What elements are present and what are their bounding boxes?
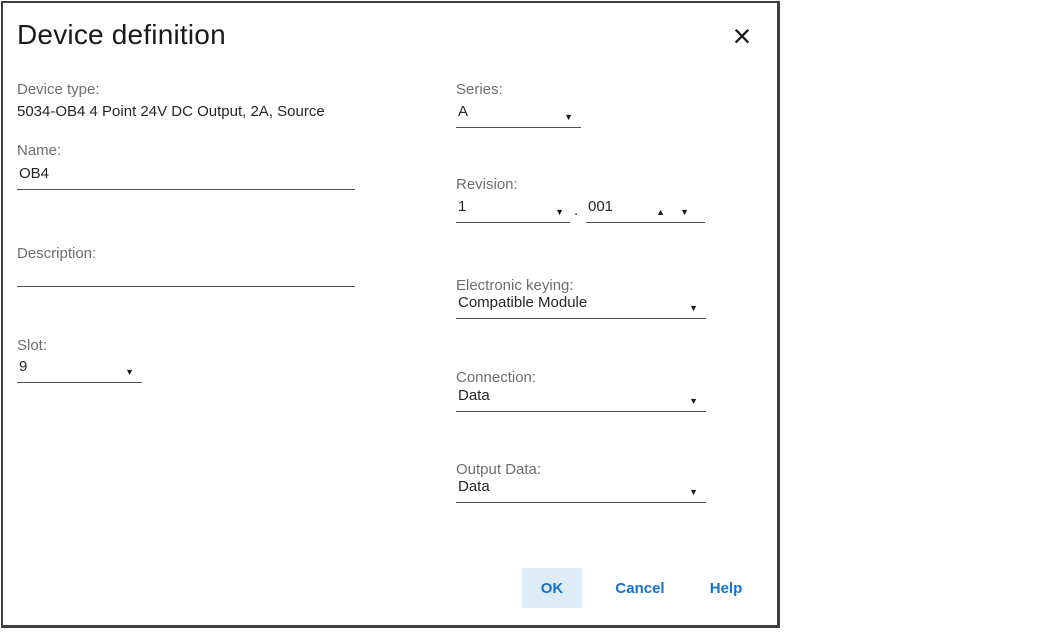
series-label: Series:: [456, 81, 503, 98]
output-data-dropdown[interactable]: Data ▼: [456, 477, 706, 503]
revision-separator: .: [574, 202, 578, 219]
connection-dropdown[interactable]: Data ▼: [456, 386, 706, 412]
caret-down-icon: ▼: [680, 207, 689, 217]
name-input[interactable]: [17, 161, 355, 190]
spin-down-button[interactable]: ▼: [680, 208, 689, 217]
electronic-keying-value: Compatible Module: [458, 294, 587, 311]
chevron-down-icon: ▼: [689, 397, 698, 406]
revision-major-dropdown[interactable]: 1 ▼: [456, 197, 570, 223]
chevron-down-icon: ▼: [555, 208, 564, 217]
chevron-down-icon: ▼: [689, 304, 698, 313]
ok-button[interactable]: OK: [522, 568, 582, 608]
revision-minor-value: 001: [588, 198, 613, 215]
chevron-down-icon: ▼: [689, 488, 698, 497]
chevron-down-icon: ▼: [564, 113, 573, 122]
device-type-value: 5034-OB4 4 Point 24V DC Output, 2A, Sour…: [17, 103, 325, 120]
device-type-label: Device type:: [17, 81, 100, 98]
help-button[interactable]: Help: [698, 568, 754, 608]
output-data-label: Output Data:: [456, 461, 541, 478]
cancel-button[interactable]: Cancel: [602, 568, 678, 608]
caret-up-icon: ▲: [656, 207, 665, 217]
close-icon: ×: [733, 20, 752, 52]
dialog-title: Device definition: [17, 19, 226, 51]
revision-major-value: 1: [458, 198, 466, 215]
slot-value: 9: [19, 358, 27, 375]
output-data-value: Data: [458, 478, 490, 495]
close-button[interactable]: ×: [721, 15, 763, 57]
series-dropdown[interactable]: A ▼: [456, 102, 581, 128]
dialog-button-row: OK Cancel Help: [522, 568, 754, 608]
connection-value: Data: [458, 387, 490, 404]
slot-label: Slot:: [17, 337, 47, 354]
slot-dropdown[interactable]: 9 ▼: [17, 357, 142, 383]
electronic-keying-dropdown[interactable]: Compatible Module ▼: [456, 293, 706, 319]
chevron-down-icon: ▼: [125, 368, 134, 377]
series-value: A: [458, 103, 468, 120]
spin-up-button[interactable]: ▲: [656, 208, 665, 217]
description-input[interactable]: [17, 258, 355, 287]
electronic-keying-label: Electronic keying:: [456, 277, 574, 294]
connection-label: Connection:: [456, 369, 536, 386]
revision-label: Revision:: [456, 176, 518, 193]
revision-minor-spinner[interactable]: 001 ▲ ▼: [586, 197, 705, 223]
name-label: Name:: [17, 142, 61, 159]
device-definition-dialog: Device definition × Device type: 5034-OB…: [1, 1, 780, 628]
